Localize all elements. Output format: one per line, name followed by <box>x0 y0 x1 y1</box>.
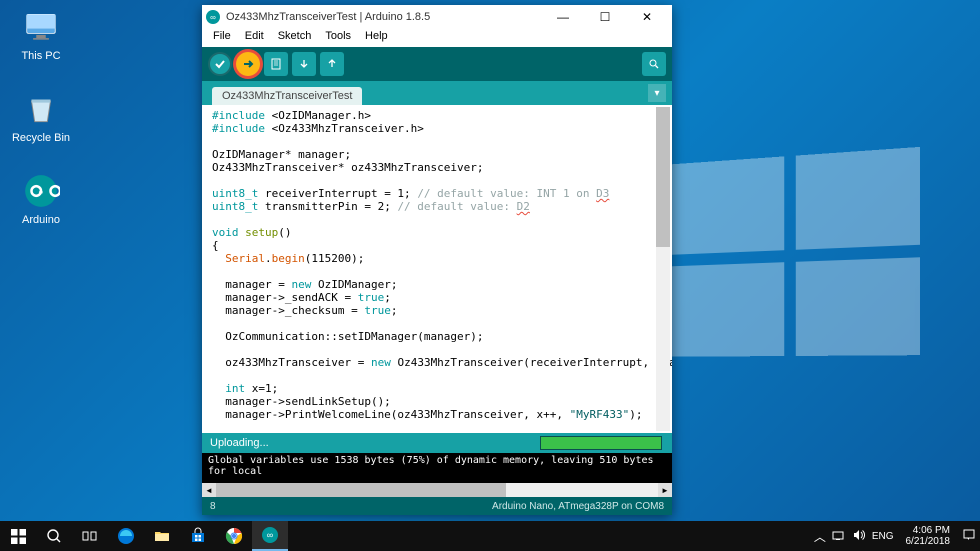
serial-monitor-button[interactable] <box>642 52 666 76</box>
console-line: Global variables use 1538 bytes (75%) of… <box>208 455 654 477</box>
pc-icon <box>22 8 60 46</box>
upload-progress-bar <box>540 436 662 450</box>
new-button[interactable] <box>264 52 288 76</box>
tray-clock[interactable]: 4:06 PM 6/21/2018 <box>900 525 957 547</box>
arduino-app-icon: ∞ <box>206 10 220 24</box>
menu-tools[interactable]: Tools <box>318 29 358 47</box>
tray-notifications-icon[interactable] <box>962 528 976 545</box>
editor-vertical-scrollbar[interactable] <box>656 107 670 431</box>
line-number: 8 <box>210 501 216 512</box>
taskbar-store[interactable] <box>180 521 216 551</box>
window-title: Oz433MhzTransceiverTest | Arduino 1.8.5 <box>226 11 542 23</box>
open-button[interactable] <box>292 52 316 76</box>
tray-volume-icon[interactable] <box>852 528 866 545</box>
maximize-button[interactable]: ☐ <box>584 5 626 29</box>
toolbar <box>202 47 672 81</box>
console-horizontal-scrollbar[interactable]: ◄ ► <box>202 483 672 497</box>
desktop-icon-this-pc[interactable]: This PC <box>4 8 78 62</box>
taskbar-chrome[interactable] <box>216 521 252 551</box>
tray-network-icon[interactable] <box>832 528 846 545</box>
console-output[interactable]: Global variables use 1538 bytes (75%) of… <box>202 453 672 483</box>
menu-file[interactable]: File <box>206 29 238 47</box>
menubar: File Edit Sketch Tools Help <box>202 29 672 47</box>
svg-text:∞: ∞ <box>39 189 44 196</box>
sketch-tab[interactable]: Oz433MhzTransceiverTest <box>212 87 362 105</box>
taskbar-edge[interactable] <box>108 521 144 551</box>
tray-time: 4:06 PM <box>906 525 951 536</box>
tray-date: 6/21/2018 <box>906 536 951 547</box>
save-button[interactable] <box>320 52 344 76</box>
code-content[interactable]: #include <OzIDManager.h> #include <Oz433… <box>202 105 672 425</box>
recycle-bin-icon <box>22 90 60 128</box>
search-button[interactable] <box>36 521 72 551</box>
menu-edit[interactable]: Edit <box>238 29 271 47</box>
minimize-button[interactable]: — <box>542 5 584 29</box>
close-button[interactable]: ✕ <box>626 5 668 29</box>
tray-language[interactable]: ENG <box>872 531 894 542</box>
taskbar-explorer[interactable] <box>144 521 180 551</box>
tray-chevron-icon[interactable]: ︿ <box>814 528 826 545</box>
desktop-icon-label: Recycle Bin <box>12 132 70 144</box>
upload-button[interactable] <box>236 52 260 76</box>
desktop-icon-arduino[interactable]: ∞ Arduino <box>4 172 78 226</box>
menu-help[interactable]: Help <box>358 29 395 47</box>
windows-logo-wallpaper <box>670 146 920 356</box>
system-tray: ︿ ENG 4:06 PM 6/21/2018 <box>814 525 980 547</box>
footer-bar: 8 Arduino Nano, ATmega328P on COM8 <box>202 497 672 515</box>
code-editor[interactable]: #include <OzIDManager.h> #include <Oz433… <box>202 105 672 433</box>
board-info: Arduino Nano, ATmega328P on COM8 <box>492 501 664 512</box>
start-button[interactable] <box>0 521 36 551</box>
task-view-button[interactable] <box>72 521 108 551</box>
desktop-icon-recycle-bin[interactable]: Recycle Bin <box>4 90 78 144</box>
desktop-icon-label: This PC <box>21 50 60 62</box>
status-bar: Uploading... <box>202 433 672 453</box>
menu-sketch[interactable]: Sketch <box>271 29 319 47</box>
tab-bar: Oz433MhzTransceiverTest ▾ <box>202 81 672 105</box>
arduino-ide-window: ∞ Oz433MhzTransceiverTest | Arduino 1.8.… <box>202 5 672 515</box>
desktop-icon-label: Arduino <box>22 214 60 226</box>
taskbar-arduino[interactable]: ∞ <box>252 521 288 551</box>
taskbar: ∞ ︿ ENG 4:06 PM 6/21/2018 <box>0 521 980 551</box>
arduino-icon: ∞ <box>22 172 60 210</box>
tab-menu-button[interactable]: ▾ <box>648 84 666 102</box>
status-text: Uploading... <box>210 437 269 449</box>
titlebar[interactable]: ∞ Oz433MhzTransceiverTest | Arduino 1.8.… <box>202 5 672 29</box>
svg-text:∞: ∞ <box>267 530 273 540</box>
verify-button[interactable] <box>208 52 232 76</box>
